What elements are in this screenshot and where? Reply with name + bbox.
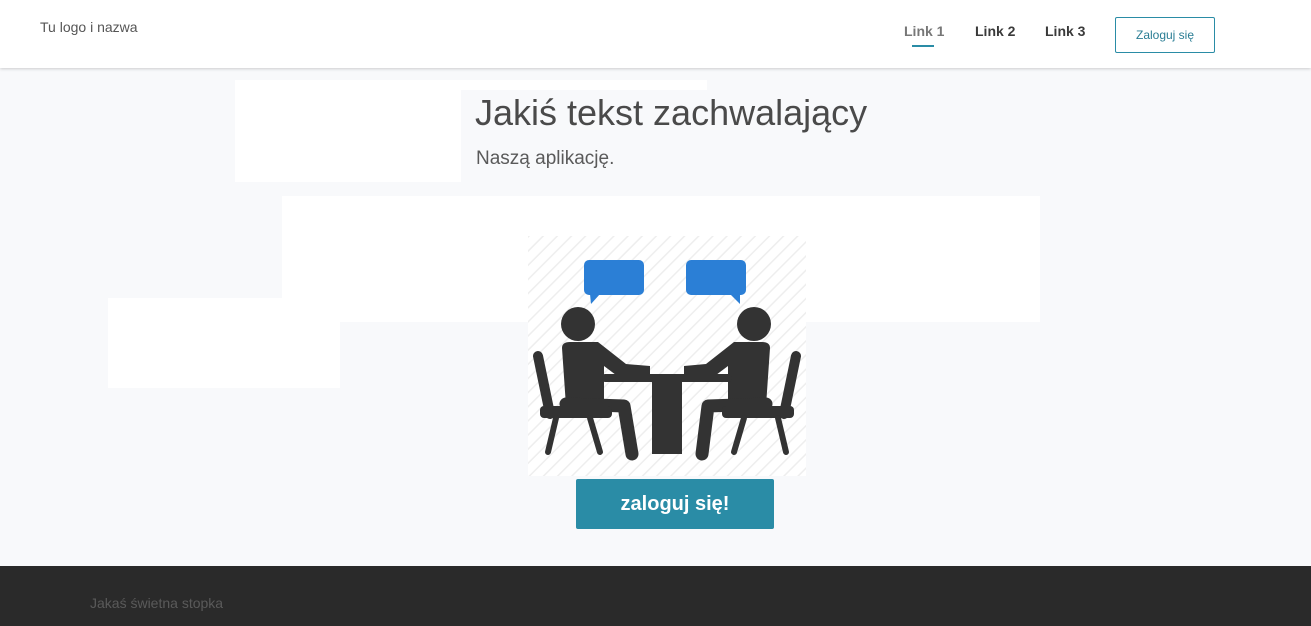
nav-link-2[interactable]: Link 2	[975, 23, 1015, 39]
cta-login-button[interactable]: zaloguj się!	[576, 479, 774, 529]
background-block	[108, 298, 340, 388]
brand-logo[interactable]: Tu logo i nazwa	[40, 19, 138, 35]
footer-text: Jakaś świetna stopka	[90, 595, 224, 611]
navbar: Tu logo i nazwa Link 1 Link 2 Link 3 Zal…	[0, 0, 1311, 68]
nav-active-indicator-wrap	[904, 23, 942, 49]
meeting-people-icon	[528, 236, 806, 476]
footer: Jakaś świetna stopka	[0, 566, 1311, 626]
background-block	[461, 80, 707, 90]
hero-title: Jakiś tekst zachwalający	[475, 92, 868, 133]
login-button[interactable]: Zaloguj się	[1115, 17, 1215, 53]
nav-link-3[interactable]: Link 3	[1045, 23, 1085, 39]
hero-subtitle: Naszą aplikację.	[476, 148, 615, 169]
nav-active-underline	[912, 45, 934, 47]
background-block	[235, 80, 461, 182]
